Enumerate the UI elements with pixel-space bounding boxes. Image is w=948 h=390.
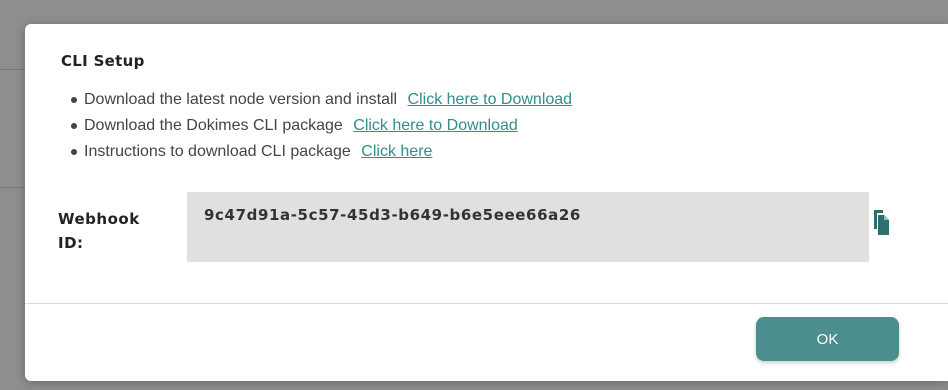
step-text: Instructions to download CLI package [84, 143, 351, 160]
modal-title: CLI Setup [61, 52, 145, 70]
bullet-icon [71, 149, 77, 155]
step-download-cli: Download the Dokimes CLI package Click h… [71, 115, 572, 141]
cli-setup-modal: CLI Setup Download the latest node versi… [25, 24, 948, 381]
webhook-id-label: Webhook ID: [58, 210, 140, 252]
webhook-id-value: 9c47d91a-5c57-45d3-b649-b6e5eee66a26 [204, 206, 581, 224]
step-instructions: Instructions to download CLI package Cli… [71, 141, 572, 167]
backdrop-divider [0, 187, 25, 188]
setup-steps-list: Download the latest node version and ins… [71, 89, 573, 167]
step-download-node: Download the latest node version and ins… [71, 89, 573, 115]
bullet-icon [71, 97, 77, 103]
ok-button[interactable]: OK [756, 317, 899, 361]
step-text: Download the Dokimes CLI package [84, 117, 343, 134]
backdrop-divider [0, 69, 25, 70]
download-node-link[interactable]: Click here to Download [408, 91, 573, 108]
bullet-icon [71, 123, 77, 129]
copy-icon[interactable] [871, 206, 889, 236]
instructions-link[interactable]: Click here [361, 143, 432, 160]
footer-divider [25, 303, 948, 304]
download-cli-link[interactable]: Click here to Download [353, 117, 518, 134]
webhook-id-field[interactable]: 9c47d91a-5c57-45d3-b649-b6e5eee66a26 [187, 192, 869, 262]
step-text: Download the latest node version and ins… [84, 91, 398, 108]
